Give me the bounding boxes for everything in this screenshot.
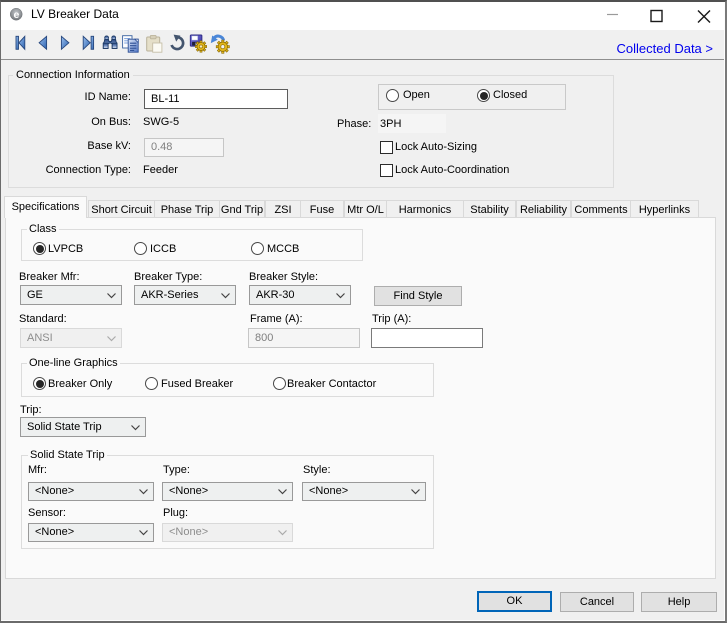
svg-text:e: e <box>13 9 19 21</box>
